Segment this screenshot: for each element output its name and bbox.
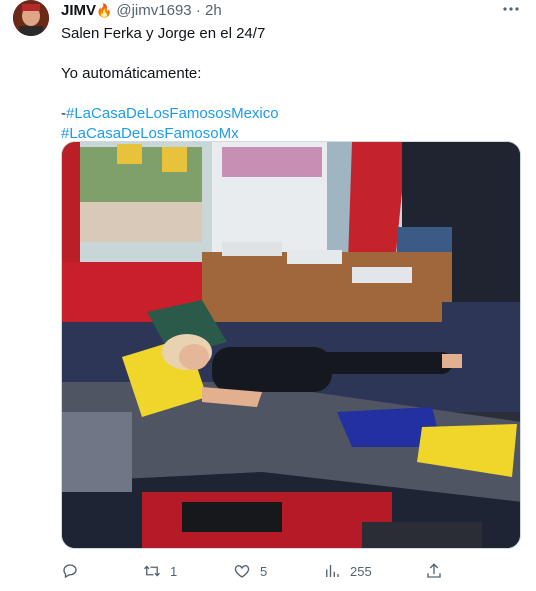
hashtag-line-1: -#LaCasaDeLosFamososMexico: [61, 104, 521, 124]
reply-icon: [63, 564, 77, 579]
reply-button[interactable]: [61, 562, 88, 580]
tweet-line-1: Salen Ferka y Jorge en el 24/7: [61, 25, 266, 42]
avatar[interactable]: [13, 0, 49, 36]
heart-icon: [234, 565, 250, 578]
fire-emoji: 🔥: [96, 3, 113, 18]
tweet-line-2: Yo automáticamente:: [61, 65, 202, 82]
views-button[interactable]: 255: [323, 562, 372, 580]
more-dots-icon: [503, 7, 519, 11]
share-icon: [427, 563, 441, 578]
hashtag-link-1[interactable]: #LaCasaDeLosFamososMexico: [66, 105, 279, 122]
retweet-icon: [144, 565, 160, 577]
retweet-button[interactable]: 1: [143, 562, 177, 580]
share-button[interactable]: [425, 562, 443, 580]
retweet-count: 1: [170, 563, 178, 579]
tweet-text: Salen Ferka y Jorge en el 24/7 Yo automá…: [61, 24, 521, 144]
tweet-card[interactable]: JIMV🔥 @jimv1693 · 2h Salen Ferka y Jorge…: [0, 0, 536, 591]
tweet-photo[interactable]: [61, 141, 521, 549]
tweet-header: JIMV🔥 @jimv1693 · 2h: [61, 2, 222, 20]
timestamp[interactable]: 2h: [205, 2, 222, 19]
views-icon: [326, 565, 339, 577]
views-count: 255: [350, 563, 372, 579]
action-bar: 1 5 255: [61, 562, 521, 580]
like-count: 5: [260, 563, 268, 579]
separator-dot: ·: [195, 2, 201, 19]
user-handle[interactable]: @jimv1693: [116, 2, 191, 19]
avatar-image: [13, 0, 49, 36]
display-name[interactable]: JIMV: [61, 2, 96, 19]
more-options-button[interactable]: [500, 0, 522, 18]
hashtag-link-2[interactable]: #LaCasaDeLosFamosoMx: [61, 125, 239, 142]
photo-image: [62, 142, 520, 548]
like-button[interactable]: 5: [233, 562, 267, 580]
